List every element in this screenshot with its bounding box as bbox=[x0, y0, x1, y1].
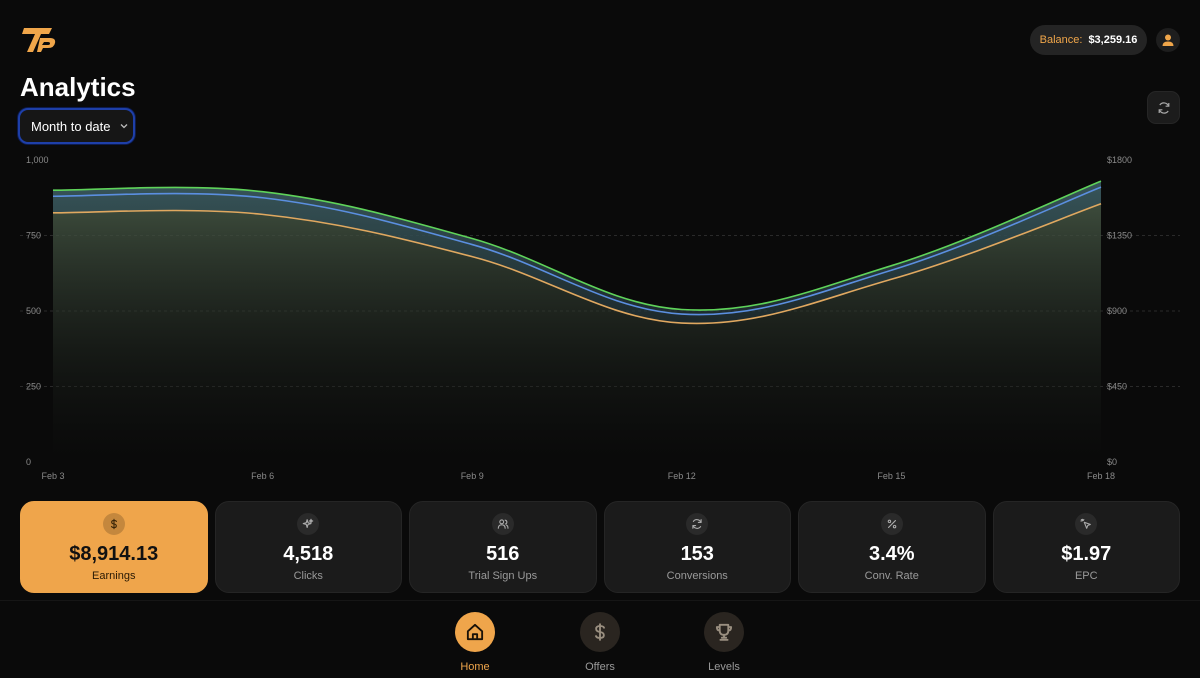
stat-value: $8,914.13 bbox=[69, 543, 159, 565]
nav-icon-wrap bbox=[580, 612, 620, 652]
page-title: Analytics bbox=[20, 72, 136, 102]
refresh-button[interactable] bbox=[1147, 91, 1180, 124]
stat-icon-wrap bbox=[686, 513, 709, 535]
refresh-icon bbox=[692, 519, 702, 529]
area-fill bbox=[53, 181, 1101, 462]
nav-item-levels[interactable]: Levels bbox=[694, 612, 754, 673]
sparkle-icon bbox=[302, 518, 314, 528]
stats-row: $8,914.13 Earnings 4,518 Clicks 516 Trial Sig… bbox=[20, 501, 1180, 593]
x-tick-label: Feb 6 bbox=[251, 471, 274, 481]
stat-label: Earnings bbox=[92, 570, 136, 582]
stat-icon-wrap bbox=[491, 513, 514, 535]
stat-value: 516 bbox=[486, 543, 520, 565]
y-left-tick-label: 1,000 bbox=[26, 155, 49, 165]
nav-item-offers[interactable]: Offers bbox=[570, 612, 630, 673]
balance-label: Balance: bbox=[1039, 34, 1083, 46]
y-right-tick-label: $900 bbox=[1107, 306, 1127, 316]
stat-label: EPC bbox=[1074, 570, 1098, 582]
nav-item-home[interactable]: Home bbox=[445, 612, 505, 673]
refresh-icon bbox=[1158, 101, 1169, 114]
y-left-tick-label: 750 bbox=[26, 231, 41, 241]
y-left-tick-label: 0 bbox=[26, 457, 31, 467]
stat-value: $1.97 bbox=[1061, 543, 1112, 565]
dollar-icon bbox=[110, 518, 117, 530]
stat-value: 4,518 bbox=[283, 543, 334, 565]
stat-card-epc[interactable]: $1.97 EPC bbox=[992, 501, 1180, 593]
x-tick-label: Feb 18 bbox=[1087, 471, 1115, 481]
users-icon bbox=[497, 519, 509, 529]
stat-value: 3.4% bbox=[868, 543, 915, 565]
nav-label: Offers bbox=[585, 661, 615, 673]
x-tick-label: Feb 12 bbox=[668, 471, 696, 481]
y-right-tick-label: $1800 bbox=[1107, 155, 1132, 165]
chevron-down-icon bbox=[120, 124, 127, 129]
y-right-tick-label: $450 bbox=[1107, 382, 1127, 392]
stat-card-trial-sign-ups[interactable]: 516 Trial Sign Ups bbox=[409, 501, 597, 593]
stat-card-conversions[interactable]: 153 Conversions bbox=[603, 501, 791, 593]
x-tick-label: Feb 9 bbox=[461, 471, 484, 481]
y-right-tick-label: $0 bbox=[1107, 457, 1117, 467]
stat-label: Trial Sign Ups bbox=[468, 570, 538, 582]
nav-label: Home bbox=[460, 661, 490, 673]
percent-icon bbox=[887, 519, 897, 529]
y-right-tick-label: $1350 bbox=[1107, 231, 1132, 241]
stat-icon-wrap bbox=[102, 513, 125, 535]
user-icon bbox=[1162, 34, 1174, 46]
bottom-navigation: Home Offers Levels bbox=[0, 600, 1200, 678]
balance-value: $3,259.16 bbox=[1088, 34, 1138, 46]
chart-areas bbox=[53, 181, 1101, 462]
stat-icon-wrap bbox=[880, 513, 903, 535]
user-menu-button[interactable] bbox=[1156, 28, 1180, 52]
stat-icon-wrap bbox=[1075, 513, 1098, 535]
y-left-tick-label: 500 bbox=[26, 306, 41, 316]
date-range-select[interactable]: Month to date bbox=[18, 108, 135, 144]
nav-icon-wrap bbox=[455, 612, 495, 652]
nav-icon-wrap bbox=[704, 612, 744, 652]
date-range-value: Month to date bbox=[31, 118, 111, 134]
y-left-tick-label: 250 bbox=[26, 382, 41, 392]
stat-value: 153 bbox=[680, 543, 714, 565]
stat-card-conv-rate[interactable]: 3.4% Conv. Rate bbox=[798, 501, 986, 593]
x-tick-label: Feb 15 bbox=[877, 471, 905, 481]
home-icon bbox=[466, 623, 484, 641]
brand-logo bbox=[22, 28, 56, 52]
x-tick-label: Feb 3 bbox=[41, 471, 64, 481]
stat-label: Conv. Rate bbox=[864, 570, 919, 582]
nav-label: Levels bbox=[708, 661, 740, 673]
trophy-icon bbox=[715, 623, 733, 641]
stat-card-earnings[interactable]: $8,914.13 Earnings bbox=[20, 501, 208, 593]
analytics-chart: 1,000 $1800 750 $1350 500 $900 250 $450 0 $0 Feb 3… bbox=[20, 155, 1180, 481]
stat-label: Conversions bbox=[666, 570, 728, 582]
stat-card-clicks[interactable]: 4,518 Clicks bbox=[214, 501, 402, 593]
stat-label: Clicks bbox=[293, 570, 323, 582]
pointer-icon bbox=[1080, 518, 1092, 529]
dollar-icon bbox=[595, 623, 605, 641]
balance-pill[interactable]: Balance: $3,259.16 bbox=[1030, 25, 1147, 55]
stat-icon-wrap bbox=[297, 513, 320, 535]
